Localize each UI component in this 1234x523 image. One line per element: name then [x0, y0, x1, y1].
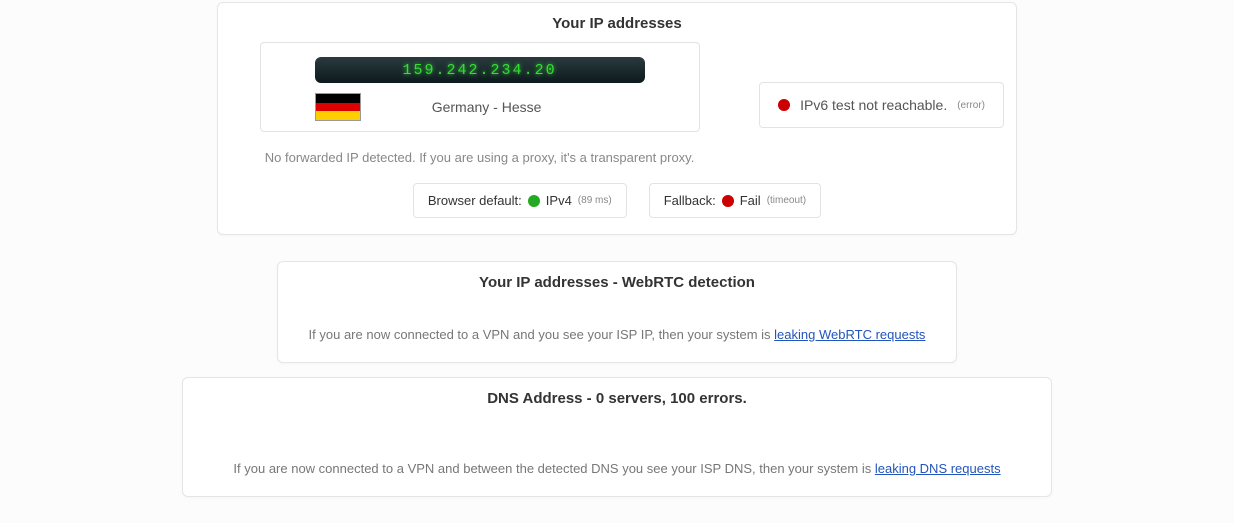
ipv4-card: 159.242.234.20 Germany - Hesse [260, 42, 700, 132]
dns-panel: DNS Address - 0 servers, 100 errors. If … [182, 377, 1052, 497]
dns-text: If you are now connected to a VPN and be… [233, 461, 874, 476]
dns-panel-title: DNS Address - 0 servers, 100 errors. [183, 378, 1051, 417]
browser-default-badge: Browser default: IPv4 (89 ms) [413, 183, 627, 218]
fallback-note: (timeout) [767, 195, 806, 206]
forwarded-ip-note: No forwarded IP detected. If you are usi… [265, 150, 695, 165]
fallback-value: Fail [740, 193, 761, 208]
webrtc-panel-title: Your IP addresses - WebRTC detection [278, 262, 956, 301]
status-dot-green-icon [528, 195, 540, 207]
webrtc-text: If you are now connected to a VPN and yo… [309, 327, 775, 342]
ip-panel-title: Your IP addresses [218, 3, 1016, 42]
status-dot-red-icon [722, 195, 734, 207]
status-dot-red-icon [778, 99, 790, 111]
ipv6-status-note: (error) [957, 100, 985, 111]
ip-addresses-panel: Your IP addresses 159.242.234.20 Germany… [217, 2, 1017, 235]
browser-default-label: Browser default: [428, 193, 522, 208]
ipv6-status-box: IPv6 test not reachable. (error) [759, 82, 1004, 128]
browser-default-timing: (89 ms) [578, 195, 612, 206]
dns-leak-link[interactable]: leaking DNS requests [875, 461, 1001, 476]
ipv4-address-display: 159.242.234.20 [315, 57, 645, 83]
webrtc-leak-link[interactable]: leaking WebRTC requests [774, 327, 925, 342]
webrtc-panel: Your IP addresses - WebRTC detection If … [277, 261, 957, 363]
ipv6-status-text: IPv6 test not reachable. [800, 97, 947, 113]
fallback-label: Fallback: [664, 193, 716, 208]
browser-default-value: IPv4 [546, 193, 572, 208]
location-text: Germany - Hesse [329, 99, 645, 115]
fallback-badge: Fallback: Fail (timeout) [649, 183, 821, 218]
